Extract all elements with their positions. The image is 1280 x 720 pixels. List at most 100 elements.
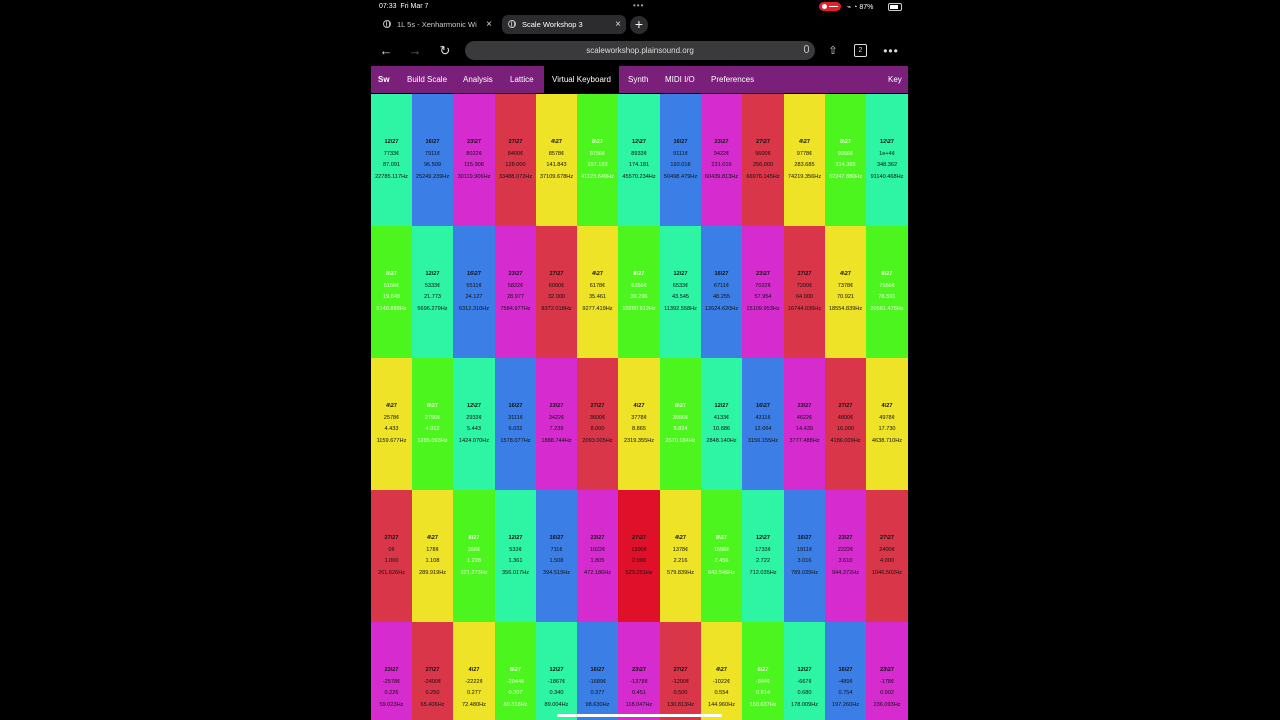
keyboard-key[interactable]: 16\27 5511¢ 24.127 6312.310Hz [453, 226, 495, 358]
keyboard-key[interactable]: 23\27 8022¢ 115.908 30119.906Hz [453, 94, 495, 226]
more-icon[interactable]: ••• [881, 41, 901, 61]
nav-build-scale[interactable]: Build Scale [407, 66, 447, 93]
key-degree: 8\27 [468, 535, 480, 541]
keyboard-key[interactable]: 8\27 8756¢ 157.183 41123.649Hz [577, 94, 618, 226]
keyboard-key[interactable]: 12\27 8933¢ 174.181 45570.234Hz [618, 94, 660, 226]
tab-scale-workshop[interactable]: Scale Workshop 3 × [502, 15, 626, 34]
keyboard-key[interactable]: 16\27 7911¢ 96.509 25249.239Hz [412, 94, 453, 226]
keyboard-key[interactable]: 16\27 711¢ 1.508 394.519Hz [536, 490, 577, 622]
keyboard-key[interactable]: 27\27 6000¢ 32.000 8372.018Hz [536, 226, 577, 358]
keyboard-key[interactable]: 8\27 9956¢ 314.365 82247.880Hz [825, 94, 866, 226]
nav-synth[interactable]: Synth [628, 66, 648, 93]
key-cents: 8400¢ [507, 150, 524, 157]
key-frequency: 7584.977Hz [500, 305, 531, 312]
keyboard-key[interactable]: 12\27 -1867¢ 0.340 89.004Hz [536, 622, 577, 720]
key-frequency: 60439.813Hz [704, 173, 739, 180]
key-cents: 533¢ [509, 546, 522, 553]
keyboard-key[interactable]: 12\27 1e+4¢ 348.362 91140.468Hz [866, 94, 908, 226]
keyboard-key[interactable]: 23\27 5822¢ 28.977 7584.977Hz [495, 226, 536, 358]
keyboard-key[interactable]: 8\27 2756¢ 4.912 1285.093Hz [412, 358, 453, 490]
keyboard-key[interactable]: 27\27 0¢ 1.000 261.626Hz [371, 490, 412, 622]
multitasking-dots-icon[interactable]: ••• [633, 1, 644, 10]
nav-lattice[interactable]: Lattice [510, 66, 534, 93]
keyboard-key[interactable]: 23\27 4622¢ 14.439 3777.488Hz [784, 358, 825, 490]
keyboard-key[interactable]: 4\27 4978¢ 17.730 4638.710Hz [866, 358, 908, 490]
tab-xenharmonic-wiki[interactable]: 1L 5s - Xenharmonic Wi × [377, 15, 497, 34]
keyboard-key[interactable]: 23\27 1022¢ 1.805 472.186Hz [577, 490, 618, 622]
keyboard-key[interactable]: 4\27 9778¢ 283.685 74219.356Hz [784, 94, 825, 226]
keyboard-key[interactable]: 8\27 7556¢ 78.591 20561.478Hz [866, 226, 908, 358]
keyboard-key[interactable]: 16\27 -1689¢ 0.377 98.630Hz [577, 622, 618, 720]
tab-overview-button[interactable]: 2 [854, 44, 867, 57]
keyboard-key[interactable]: 23\27 3422¢ 7.239 1888.744Hz [536, 358, 577, 490]
keyboard-key[interactable]: 27\27 3600¢ 8.000 2093.005Hz [577, 358, 618, 490]
keyboard-key[interactable]: 23\27 9422¢ 231.016 60439.813Hz [701, 94, 742, 226]
nav-preferences[interactable]: Preferences [711, 66, 754, 93]
keyboard-key[interactable]: 8\27 356¢ 1.228 321.273Hz [453, 490, 495, 622]
keyboard-key[interactable]: 16\27 4311¢ 12.064 3156.155Hz [742, 358, 784, 490]
microphone-icon[interactable] [804, 45, 809, 53]
keyboard-key[interactable]: 27\27 -2400¢ 0.250 65.406Hz [412, 622, 453, 720]
share-icon[interactable]: ⇧ [823, 41, 843, 61]
keyboard-key[interactable]: 27\27 2400¢ 4.000 1046.502Hz [866, 490, 908, 622]
key-degree: 12\27 [467, 403, 481, 409]
screen-recording-icon[interactable] [819, 2, 841, 11]
keyboard-key[interactable]: 27\27 9600¢ 256.000 66976.145Hz [742, 94, 784, 226]
keyboard-key[interactable]: 4\27 2578¢ 4.433 1159.677Hz [371, 358, 412, 490]
keyboard-key[interactable]: 16\27 9111¢ 193.018 50498.479Hz [660, 94, 701, 226]
keyboard-key[interactable]: 16\27 1911¢ 3.016 789.039Hz [784, 490, 825, 622]
keyboard-key[interactable]: 16\27 -489¢ 0.754 197.260Hz [825, 622, 866, 720]
keyboard-key[interactable]: 27\27 7200¢ 64.000 16744.036Hz [784, 226, 825, 358]
close-tab-icon[interactable]: × [486, 15, 492, 34]
keyboard-key[interactable]: 23\27 -178¢ 0.902 236.093Hz [866, 622, 908, 720]
close-tab-icon[interactable]: × [615, 15, 621, 34]
keyboard-key[interactable]: 8\27 5156¢ 19.648 5140.889Hz [371, 226, 412, 358]
keyboard-key[interactable]: 8\27 -844¢ 0.614 160.637Hz [742, 622, 784, 720]
key-ratio: 2.722 [756, 558, 770, 564]
keyboard-key[interactable]: 4\27 8578¢ 141.843 37109.678Hz [536, 94, 577, 226]
keyboard-key[interactable]: 4\27 3778¢ 8.865 2319.355Hz [618, 358, 660, 490]
new-tab-button[interactable]: + [630, 16, 648, 34]
keyboard-key[interactable]: 4\27 7378¢ 70.921 18554.839Hz [825, 226, 866, 358]
keyboard-key[interactable]: 23\27 -1378¢ 0.451 118.047Hz [618, 622, 660, 720]
keyboard-key[interactable]: 16\27 3111¢ 6.032 1578.077Hz [495, 358, 536, 490]
reload-icon[interactable]: ↻ [435, 41, 455, 61]
keyboard-key[interactable]: 12\27 4133¢ 10.886 2848.140Hz [701, 358, 742, 490]
keyboard-key[interactable]: 4\27 1378¢ 2.216 579.839Hz [660, 490, 701, 622]
arrow-right-icon[interactable]: → [405, 41, 425, 61]
keyboard-key[interactable]: 23\27 7022¢ 57.954 15109.953Hz [742, 226, 784, 358]
nav-key[interactable]: Key [888, 66, 902, 93]
nav-midi-io[interactable]: MIDI I/O [665, 66, 695, 93]
key-degree: 23\27 [797, 403, 812, 409]
keyboard-key[interactable]: 12\27 7733¢ 87.091 22785.117Hz [371, 94, 412, 226]
keyboard-key[interactable]: 4\27 178¢ 1.108 289.919Hz [412, 490, 453, 622]
nav-virtual-keyboard[interactable]: Virtual Keyboard [544, 66, 619, 93]
keyboard-key[interactable]: 8\27 -2044¢ 0.307 80.318Hz [495, 622, 536, 720]
keyboard-key[interactable]: 27\27 8400¢ 128.000 33488.072Hz [495, 94, 536, 226]
keyboard-key[interactable]: 8\27 6356¢ 39.296 10280.912Hz [618, 226, 660, 358]
keyboard-key[interactable]: 8\27 3956¢ 9.824 2570.184Hz [660, 358, 701, 490]
keyboard-key[interactable]: 12\27 -667¢ 0.680 178.009Hz [784, 622, 825, 720]
address-bar[interactable]: scaleworkshop.plainsound.org [465, 41, 815, 60]
key-degree: 4\27 [386, 403, 397, 409]
keyboard-key[interactable]: 12\27 5333¢ 21.773 5696.279Hz [412, 226, 453, 358]
arrow-left-icon[interactable]: ← [376, 41, 396, 61]
keyboard-key[interactable]: 12\27 6533¢ 43.545 11392.558Hz [660, 226, 701, 358]
keyboard-key[interactable]: 27\27 1200¢ 2.000 523.251Hz [618, 490, 660, 622]
key-degree: 4\27 [716, 667, 727, 673]
keyboard-key[interactable]: 27\27 -1200¢ 0.500 130.813Hz [660, 622, 701, 720]
keyboard-key[interactable]: 4\27 6178¢ 35.461 9277.419Hz [577, 226, 618, 358]
keyboard-key[interactable]: 12\27 1733¢ 2.722 712.035Hz [742, 490, 784, 622]
keyboard-key[interactable]: 4\27 -2222¢ 0.277 72.480Hz [453, 622, 495, 720]
keyboard-key[interactable]: 23\27 2222¢ 3.610 944.372Hz [825, 490, 866, 622]
keyboard-key[interactable]: 23\27 -2578¢ 0.226 59.023Hz [371, 622, 412, 720]
keyboard-key[interactable]: 12\27 533¢ 1.361 356.017Hz [495, 490, 536, 622]
nav-sw[interactable]: Sw [378, 66, 390, 93]
keyboard-key[interactable]: 27\27 4800¢ 16.000 4186.009Hz [825, 358, 866, 490]
nav-analysis[interactable]: Analysis [463, 66, 493, 93]
keyboard-key[interactable]: 8\27 1556¢ 2.456 642.546Hz [701, 490, 742, 622]
keyboard-key[interactable]: 12\27 2933¢ 5.443 1424.070Hz [453, 358, 495, 490]
keyboard-key[interactable]: 16\27 6711¢ 48.255 12624.620Hz [701, 226, 742, 358]
keyboard-key[interactable]: 4\27 -1022¢ 0.554 144.960Hz [701, 622, 742, 720]
home-indicator[interactable] [557, 714, 722, 717]
